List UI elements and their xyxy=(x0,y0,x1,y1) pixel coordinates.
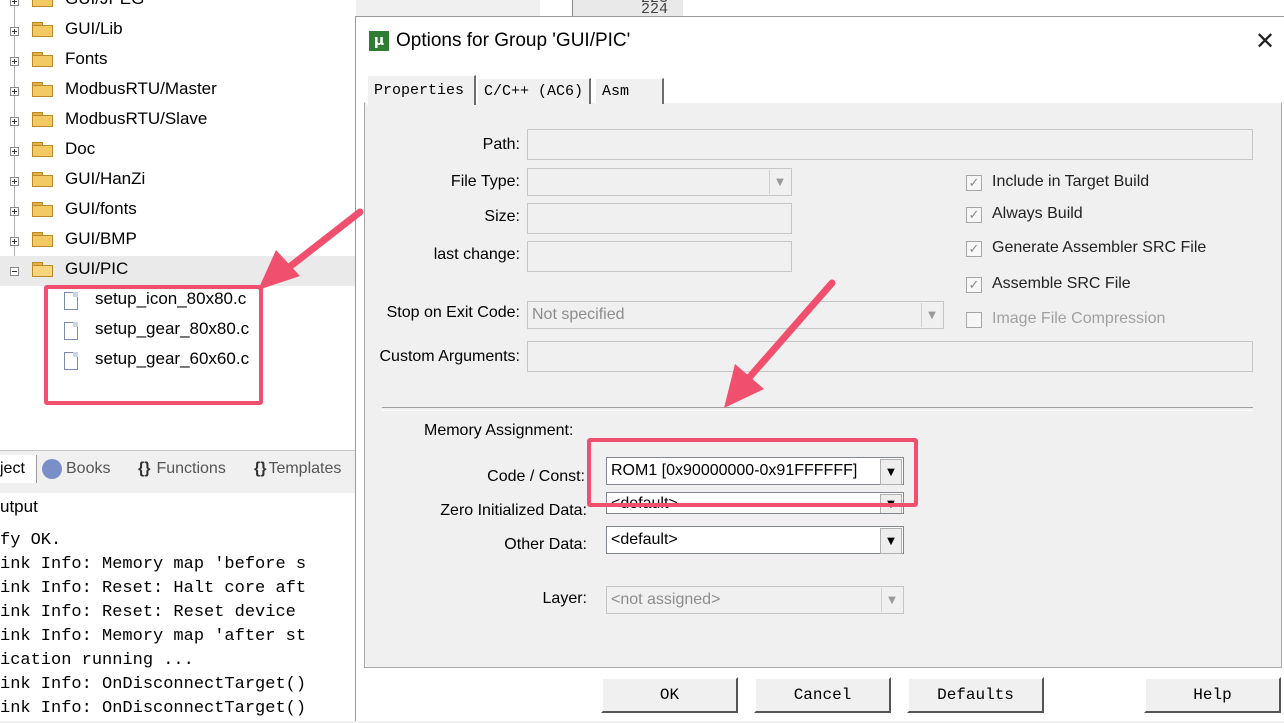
annotation-arrows xyxy=(258,208,836,408)
arrow-to-files xyxy=(258,208,364,290)
arrow-to-code-const xyxy=(724,279,836,408)
